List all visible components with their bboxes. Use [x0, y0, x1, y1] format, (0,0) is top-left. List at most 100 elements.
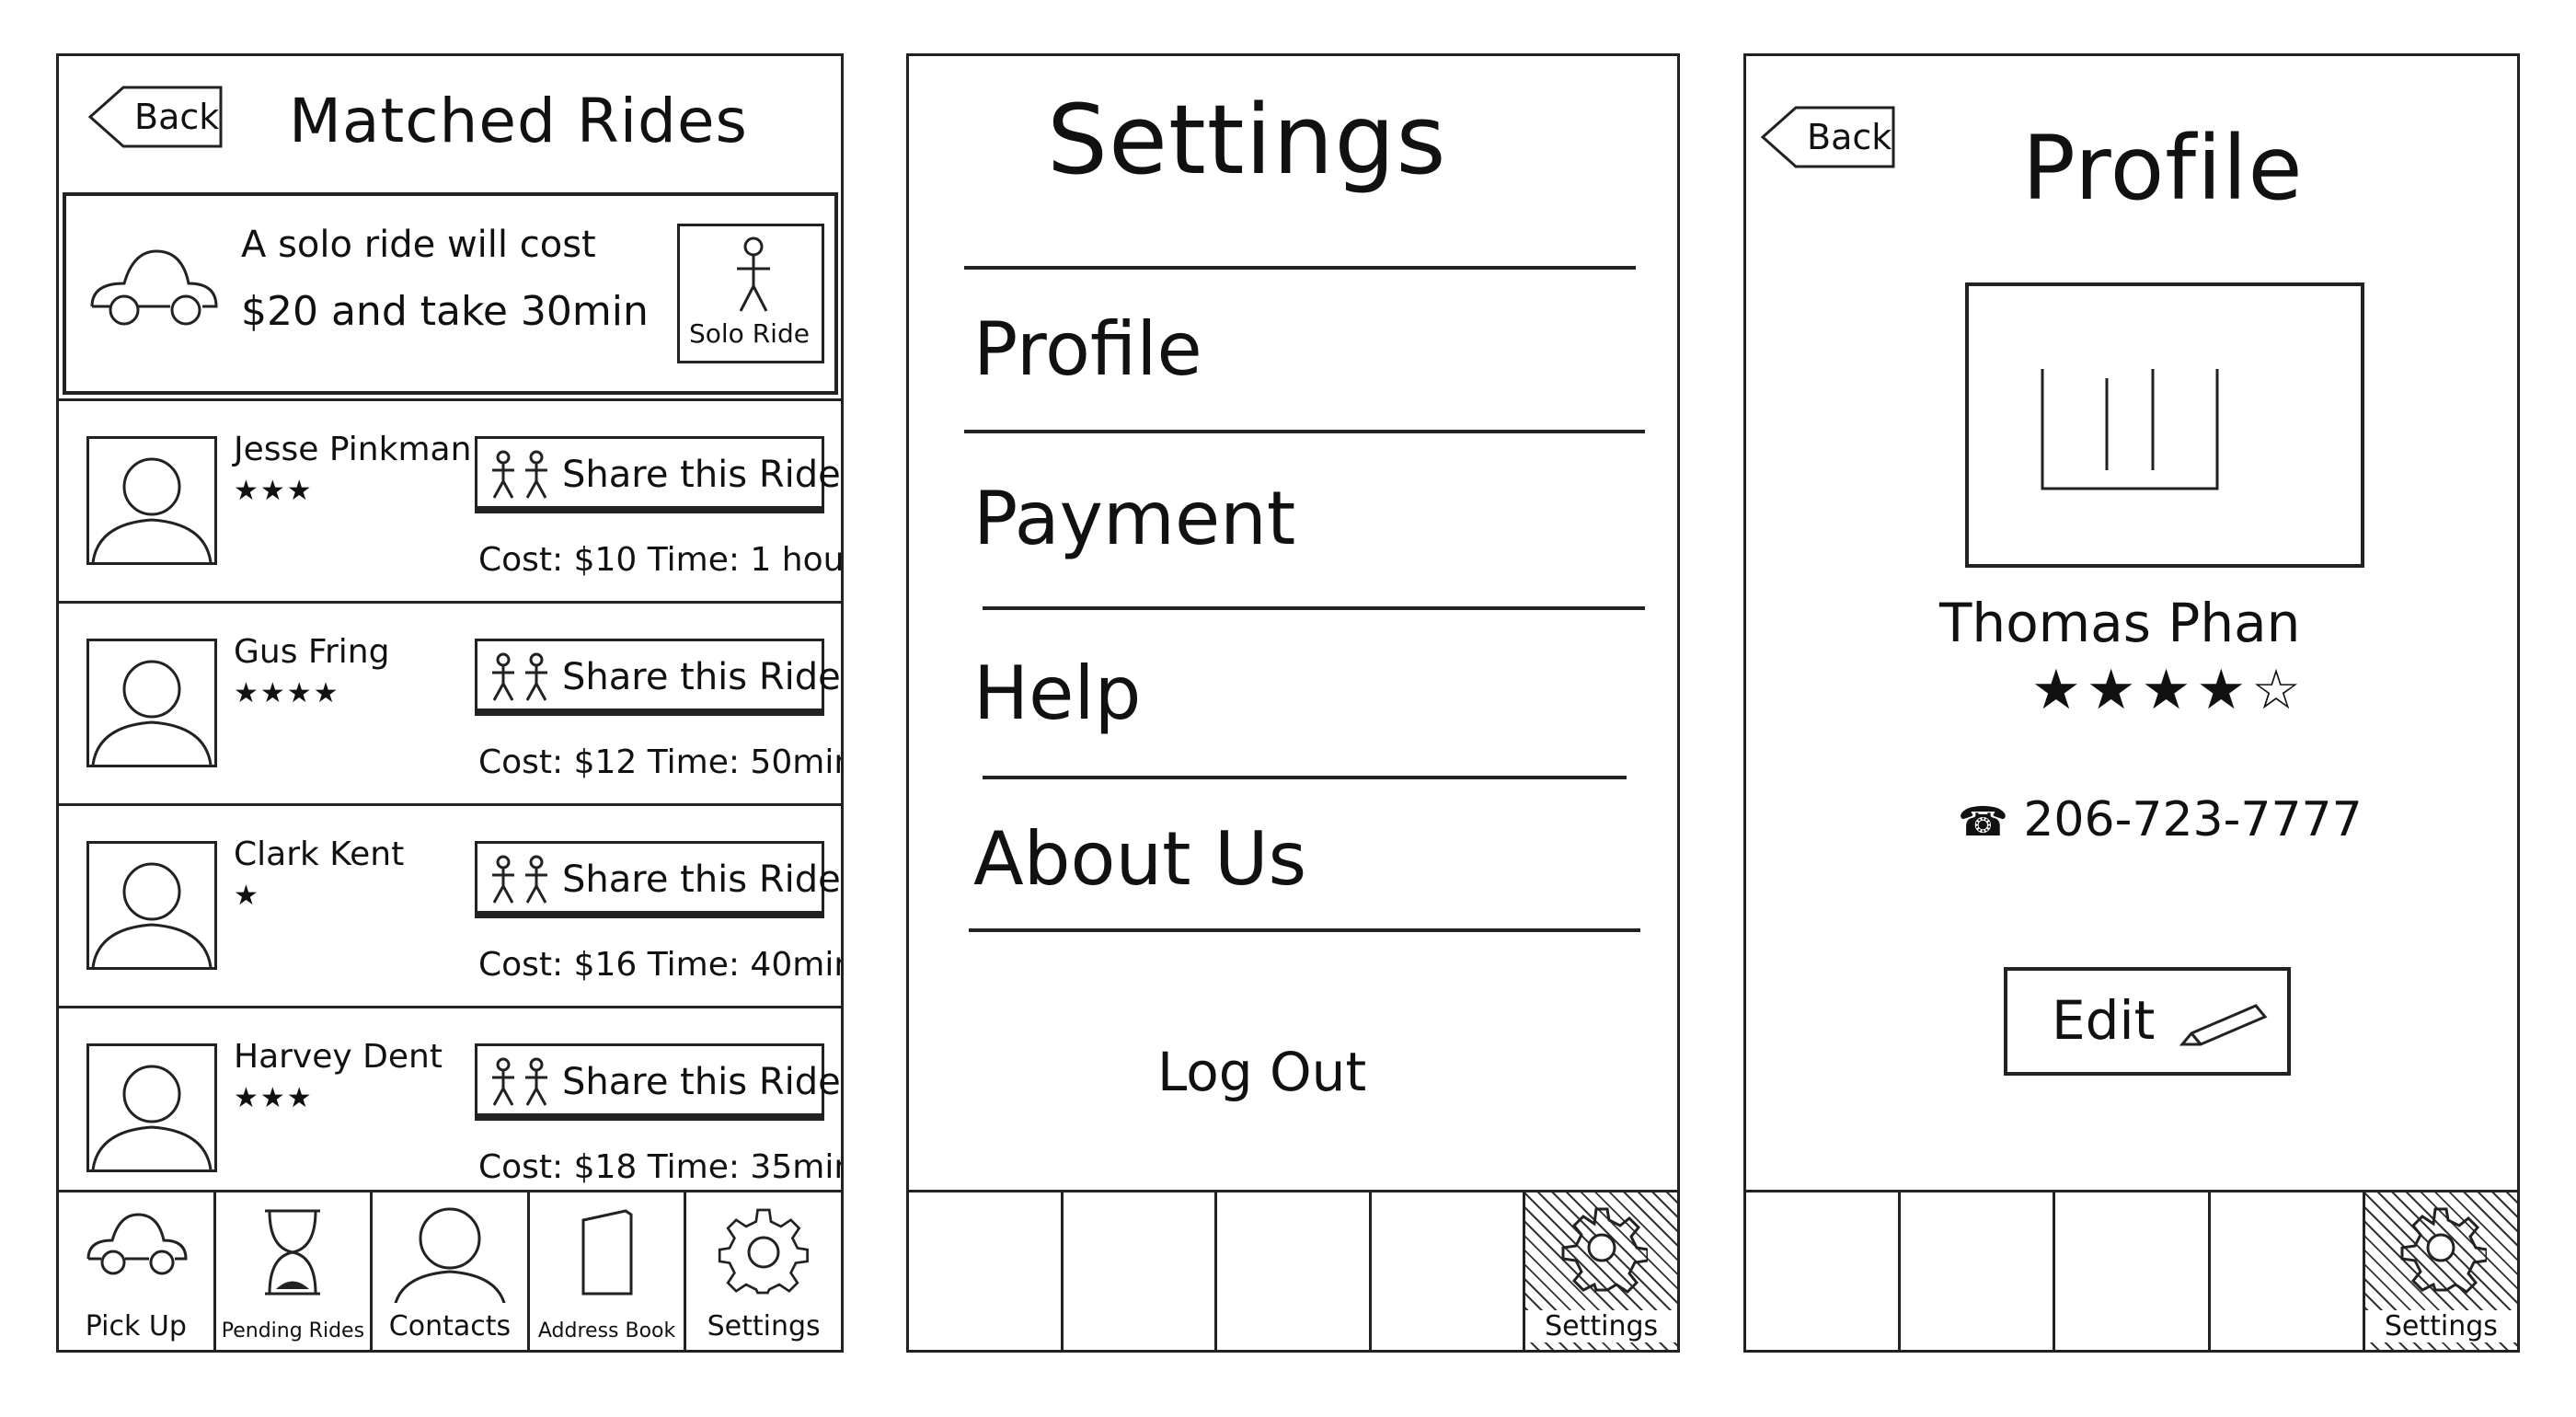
car-icon [90, 249, 218, 326]
solo-ride-card: A solo ride will cost $20 and take 30min… [63, 192, 838, 395]
menu-item-payment[interactable]: Payment [964, 443, 1636, 608]
nav-label: Settings [1525, 1310, 1677, 1342]
avatar [86, 1043, 217, 1172]
person-icon [737, 236, 770, 312]
solo-ride-time-text: $20 and take 30min [241, 288, 649, 335]
gear-icon [1561, 1207, 1648, 1294]
menu-item-help[interactable]: Help [964, 617, 1636, 783]
book-icon [581, 1209, 633, 1296]
bottom-nav: Settings [909, 1190, 1677, 1350]
driver-name: Clark Kent [234, 835, 405, 873]
divider [964, 430, 1645, 433]
nav-label: Contacts [388, 1310, 512, 1342]
driver-rating: ★★★★ [234, 677, 340, 709]
profile-screen: Back Profile Thomas Phan ★★★★☆ ☎ 206-723… [1743, 53, 2520, 1353]
nav-settings[interactable]: Settings [686, 1192, 841, 1350]
driver-rating: ★ [234, 880, 260, 912]
match-row: Jesse Pinkman ★★★ Share this Ride Cost: … [59, 398, 841, 601]
nav-tab-1[interactable] [1746, 1192, 1902, 1350]
share-ride-label: Share this Ride [562, 858, 841, 901]
matched-rides-screen: Back Matched Rides A solo ride will cost… [56, 53, 844, 1353]
profile-phone: ☎ 206-723-7777 [1958, 792, 2363, 847]
match-row: Clark Kent ★ Share this Ride Cost: $16 T… [59, 803, 841, 1006]
avatar-placeholder-icon [91, 660, 213, 765]
nav-label: Settings [707, 1310, 821, 1342]
nav-settings[interactable]: Settings [2364, 1192, 2517, 1350]
phone-number: 206-723-7777 [2023, 792, 2363, 847]
solo-ride-cost-text: A solo ride will cost [241, 224, 596, 266]
nav-label: Address Book [537, 1319, 676, 1342]
share-ride-button[interactable]: Share this Ride [475, 639, 841, 716]
settings-screen: Settings Profile Payment Help About Us L… [906, 53, 1680, 1353]
nav-pending-rides[interactable]: Pending Rides [216, 1192, 374, 1350]
driver-name: Jesse Pinkman [234, 431, 472, 468]
edit-profile-button[interactable]: Edit [2004, 967, 2291, 1076]
nav-settings[interactable]: Settings [1525, 1192, 1677, 1350]
avatar-placeholder-icon [91, 862, 213, 967]
nav-label: Pick Up [85, 1310, 187, 1342]
back-label: Back [1807, 117, 1892, 157]
driver-name: Gus Fring [234, 633, 390, 671]
nav-tab-3[interactable] [1217, 1192, 1372, 1350]
menu-item-label: Help [973, 651, 1142, 736]
car-icon [86, 1213, 188, 1275]
share-ride-button[interactable]: Share this Ride [475, 1043, 841, 1121]
driver-name: Harvey Dent [234, 1038, 443, 1076]
ride-cost-time: Cost: $10 Time: 1 hour [478, 541, 844, 579]
back-button[interactable]: Back [86, 84, 224, 150]
solo-ride-button-label: Solo Ride [689, 318, 810, 349]
divider [983, 606, 1645, 610]
image-placeholder-icon [2041, 369, 2219, 490]
nav-label: Pending Rides [221, 1319, 365, 1342]
nav-tab-2[interactable] [1064, 1192, 1218, 1350]
avatar [86, 639, 217, 767]
ride-cost-time: Cost: $16 Time: 40min [478, 946, 844, 984]
share-ride-label: Share this Ride [562, 656, 841, 698]
profile-photo[interactable] [1965, 282, 2364, 568]
nav-address-book[interactable]: Address Book [530, 1192, 687, 1350]
page-title: Settings [1047, 84, 1447, 196]
two-people-icon [492, 1057, 547, 1106]
phone-icon: ☎ [1958, 799, 2008, 846]
driver-rating: ★★★ [234, 1082, 314, 1114]
log-out-button[interactable]: Log Out [1157, 1041, 1366, 1103]
profile-rating: ★★★★☆ [2031, 658, 2306, 722]
solo-ride-button[interactable]: Solo Ride [677, 224, 824, 363]
pencil-icon [2179, 1004, 2268, 1046]
nav-tab-1[interactable] [909, 1192, 1064, 1350]
divider [983, 776, 1627, 779]
two-people-icon [492, 450, 547, 499]
back-label: Back [134, 97, 220, 137]
nav-tab-4[interactable] [1372, 1192, 1526, 1350]
nav-contacts[interactable]: Contacts [373, 1192, 530, 1350]
menu-item-about-us[interactable]: About Us [964, 783, 1636, 949]
divider [964, 266, 1636, 270]
hourglass-icon [265, 1209, 321, 1296]
page-title: Profile [2022, 117, 2304, 220]
menu-item-profile[interactable]: Profile [964, 273, 1636, 439]
match-row: Gus Fring ★★★★ Share this Ride Cost: $12… [59, 601, 841, 803]
ride-cost-time: Cost: $18 Time: 35min [478, 1148, 844, 1186]
avatar [86, 841, 217, 970]
avatar [86, 436, 217, 565]
share-ride-button[interactable]: Share this Ride [475, 436, 841, 513]
driver-rating: ★★★ [234, 475, 314, 507]
share-ride-button[interactable]: Share this Ride [475, 841, 841, 918]
avatar-placeholder-icon [91, 457, 213, 562]
header: Back Matched Rides [59, 56, 841, 185]
nav-pick-up[interactable]: Pick Up [59, 1192, 216, 1350]
two-people-icon [492, 652, 547, 701]
menu-item-label: About Us [973, 816, 1307, 902]
share-ride-label: Share this Ride [562, 1061, 841, 1103]
edit-label: Edit [2052, 989, 2156, 1052]
nav-tab-4[interactable] [2211, 1192, 2365, 1350]
menu-item-label: Profile [973, 306, 1202, 392]
person-icon [394, 1207, 506, 1303]
nav-tab-2[interactable] [1901, 1192, 2056, 1350]
page-title: Matched Rides [289, 86, 748, 156]
back-button[interactable]: Back [1759, 104, 1897, 170]
nav-tab-3[interactable] [2055, 1192, 2211, 1350]
nav-label: Settings [2364, 1310, 2517, 1342]
profile-name: Thomas Phan [1939, 592, 2301, 654]
gear-icon [719, 1208, 810, 1295]
